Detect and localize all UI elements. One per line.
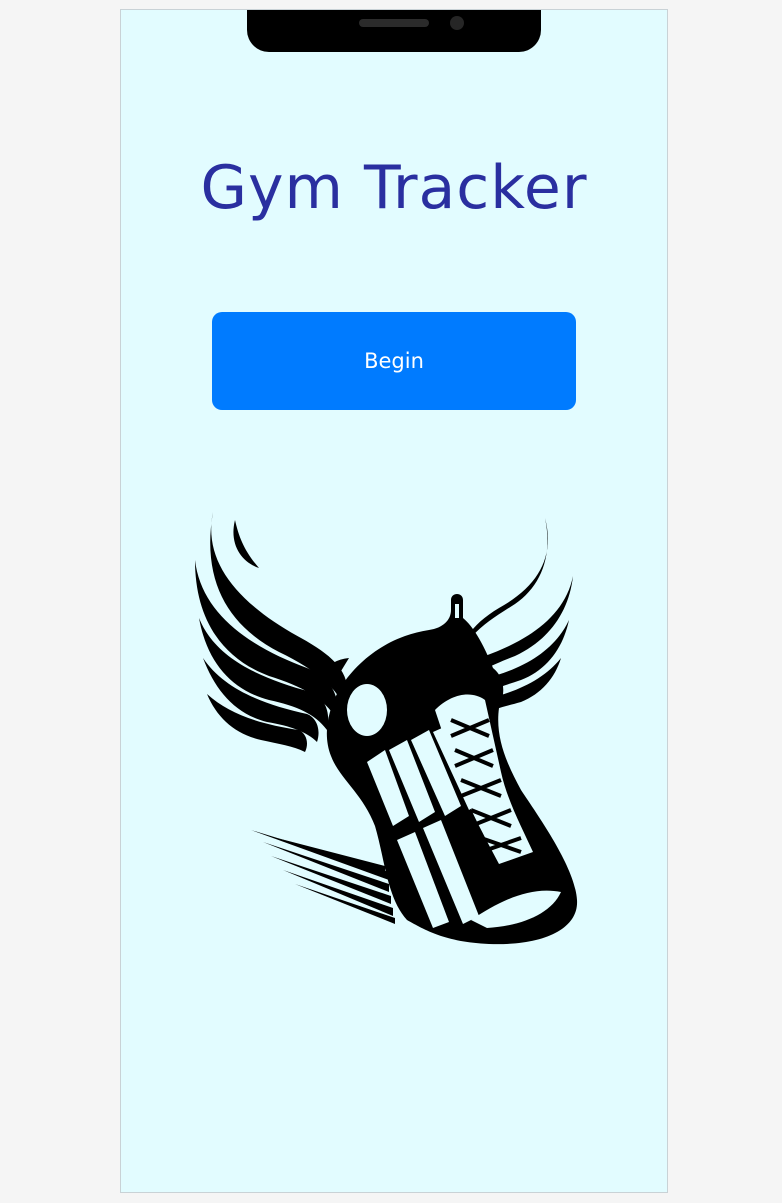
device-notch: [247, 10, 541, 52]
front-camera: [450, 16, 464, 30]
phone-screen: Gym Tracker Begin: [120, 9, 668, 1193]
app-title: Gym Tracker: [200, 153, 588, 223]
speaker-grille: [359, 19, 429, 27]
begin-button[interactable]: Begin: [212, 312, 576, 410]
winged-running-shoe-icon: [195, 512, 578, 945]
